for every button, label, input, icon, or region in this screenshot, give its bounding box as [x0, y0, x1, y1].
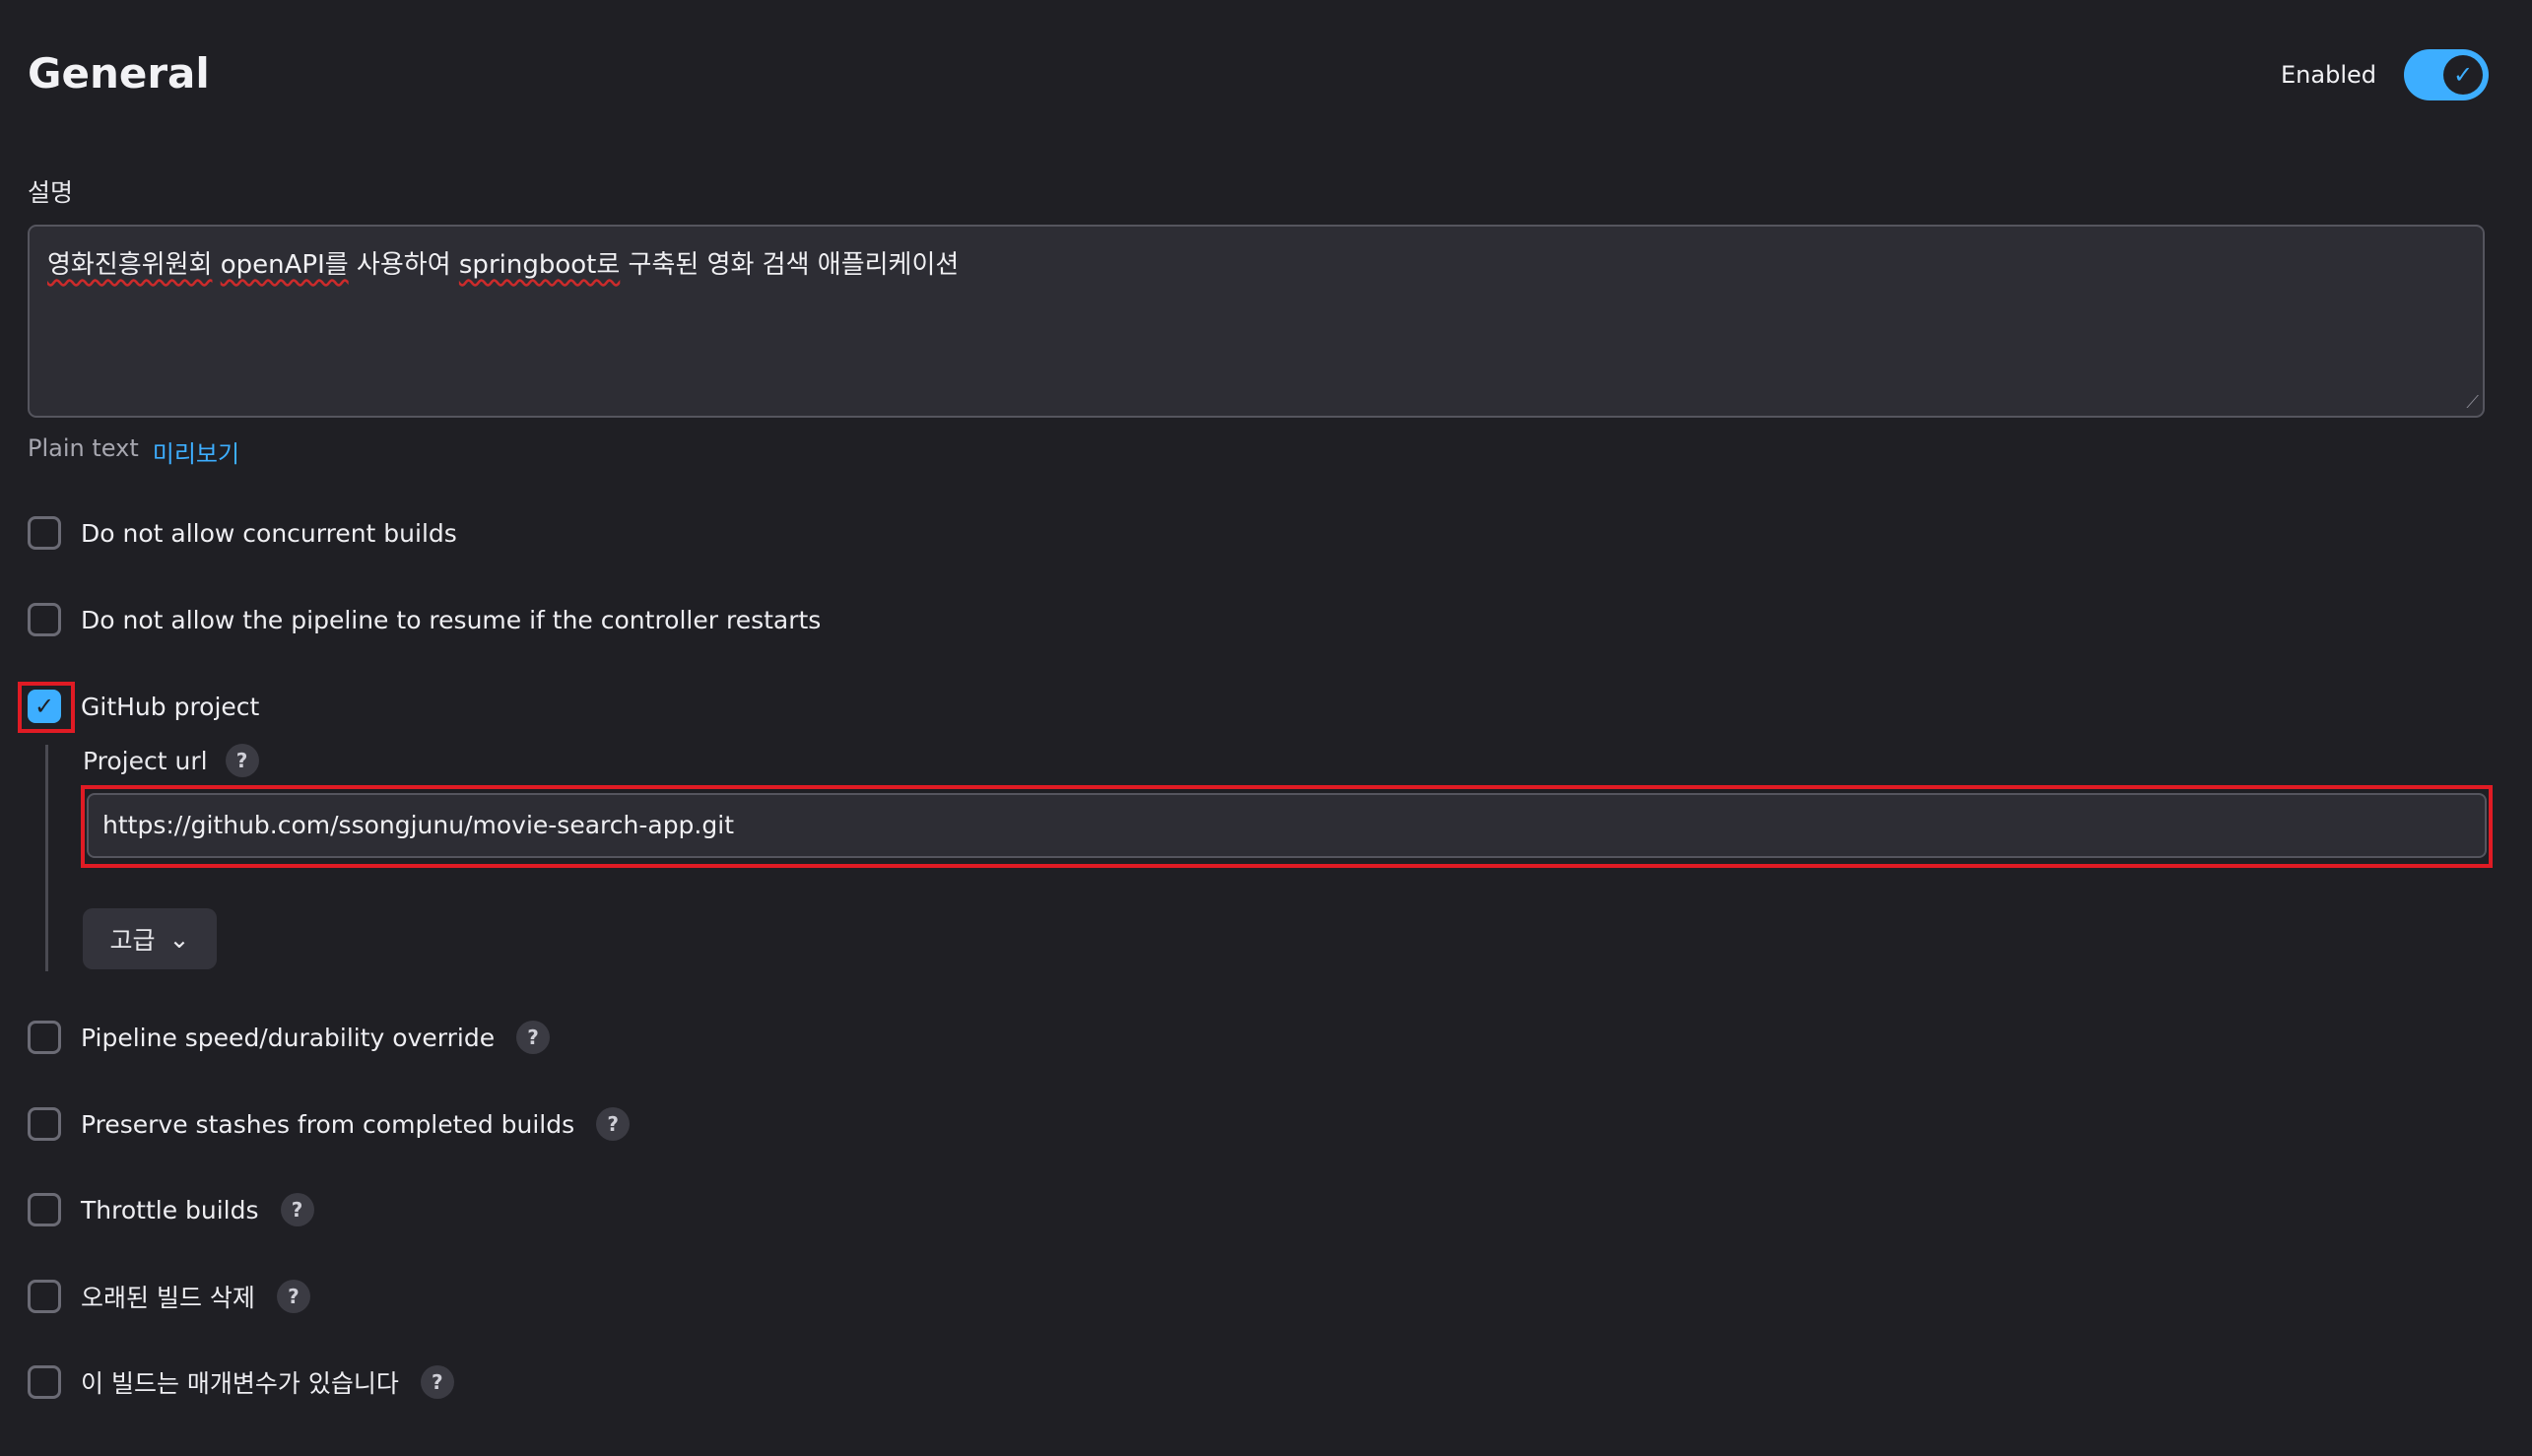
resize-grip-icon[interactable]: ⟋	[2466, 392, 2479, 413]
checkbox[interactable]	[28, 1021, 61, 1054]
checkbox[interactable]	[28, 1365, 61, 1399]
option-discard-old-builds[interactable]: 오래된 빌드 삭제 ?	[28, 1279, 310, 1314]
help-icon[interactable]: ?	[276, 1280, 310, 1313]
enabled-toggle[interactable]: ✓	[2404, 49, 2489, 100]
option-label: Preserve stashes from completed builds	[81, 1109, 575, 1139]
option-no-resume[interactable]: Do not allow the pipeline to resume if t…	[28, 603, 821, 636]
description-label: 설명	[28, 178, 74, 207]
option-preserve-stashes[interactable]: Preserve stashes from completed builds ?	[28, 1107, 631, 1141]
page-title: General	[28, 49, 210, 98]
option-label: 오래된 빌드 삭제	[81, 1284, 255, 1312]
chevron-down-icon: ⌄	[168, 924, 190, 954]
description-text-part: openAPI를	[220, 250, 349, 280]
option-label: Throttle builds	[81, 1195, 259, 1224]
plain-text-label: Plain text	[28, 434, 139, 462]
option-concurrent-builds[interactable]: Do not allow concurrent builds	[28, 516, 457, 550]
option-label: 이 빌드는 매개변수가 있습니다	[81, 1369, 399, 1398]
checkbox[interactable]	[28, 1107, 61, 1141]
option-label: Do not allow concurrent builds	[81, 518, 457, 548]
help-icon[interactable]: ?	[225, 744, 259, 777]
description-format-row: Plain text 미리보기	[28, 434, 239, 469]
help-icon[interactable]: ?	[280, 1193, 314, 1226]
nested-section-line	[45, 745, 48, 971]
option-label: Pipeline speed/durability override	[81, 1023, 496, 1052]
check-icon: ✓	[2443, 55, 2483, 95]
description-text-part: 사용하여	[348, 250, 459, 280]
project-url-input[interactable]: https://github.com/ssongjunu/movie-searc…	[87, 793, 2487, 858]
option-durability-override[interactable]: Pipeline speed/durability override ?	[28, 1021, 551, 1054]
help-icon[interactable]: ?	[596, 1107, 631, 1141]
github-project-checkbox[interactable]: ✓	[28, 690, 61, 723]
description-textarea[interactable]: 영화진흥위원회 openAPI를 사용하여 springboot로 구축된 영화…	[28, 225, 2485, 418]
checkbox[interactable]	[28, 516, 61, 550]
help-icon[interactable]: ?	[516, 1021, 551, 1054]
checkbox[interactable]	[28, 603, 61, 636]
option-throttle-builds[interactable]: Throttle builds ?	[28, 1193, 314, 1226]
enabled-control: Enabled ✓	[2281, 49, 2489, 100]
description-text-part: springboot로	[458, 250, 621, 280]
advanced-button[interactable]: 고급 ⌄	[83, 908, 217, 969]
enabled-label: Enabled	[2281, 61, 2376, 89]
preview-link[interactable]: 미리보기	[153, 434, 239, 469]
option-label: Do not allow the pipeline to resume if t…	[81, 605, 822, 634]
checkbox[interactable]	[28, 1280, 61, 1313]
checkbox[interactable]	[28, 1193, 61, 1226]
option-label: GitHub project	[81, 692, 260, 721]
description-text-part: 영화진흥위원회	[47, 250, 213, 280]
general-settings-page: General Enabled ✓ 설명 영화진흥위원회 openAPI를 사용…	[0, 0, 2532, 1456]
help-icon[interactable]: ?	[420, 1365, 454, 1399]
description-text-part	[212, 250, 220, 280]
option-github-project[interactable]: ✓ GitHub project	[28, 690, 259, 723]
advanced-label: 고급	[109, 926, 156, 955]
description-text-part: 구축된 영화 검색 애플리케이션	[620, 250, 960, 280]
project-url-label-row: Project url ?	[83, 744, 259, 777]
project-url-label: Project url	[83, 746, 208, 775]
option-parameterized-build[interactable]: 이 빌드는 매개변수가 있습니다 ?	[28, 1364, 454, 1400]
